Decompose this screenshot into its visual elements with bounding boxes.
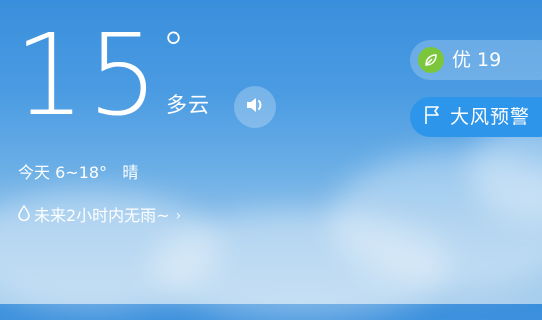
today-condition: 晴 <box>122 163 139 182</box>
water-drop-icon <box>18 204 30 226</box>
air-quality-badge[interactable]: 优 19 <box>410 40 542 80</box>
chevron-right-icon: › <box>175 207 182 224</box>
today-label: 今天 <box>18 163 51 182</box>
temperature-value: 15 <box>14 11 161 141</box>
weather-alert-label: 大风预警 <box>450 106 531 128</box>
leaf-icon <box>418 47 444 73</box>
speaker-icon <box>245 96 265 118</box>
temperature-unit: ° <box>162 22 185 76</box>
weather-alert-badge[interactable]: 大风预警 <box>410 97 542 137</box>
current-condition: 多云 <box>166 93 210 117</box>
rain-forecast-link[interactable]: 未来2小时内无雨~ › <box>18 204 182 226</box>
air-quality-label: 优 19 <box>452 49 502 71</box>
today-forecast: 今天 6~18° 晴 <box>18 163 138 183</box>
flag-icon <box>424 105 440 129</box>
today-range: 6~18° <box>55 163 108 182</box>
voice-broadcast-button[interactable] <box>234 86 276 128</box>
rain-forecast-text: 未来2小时内无雨~ <box>34 205 170 225</box>
